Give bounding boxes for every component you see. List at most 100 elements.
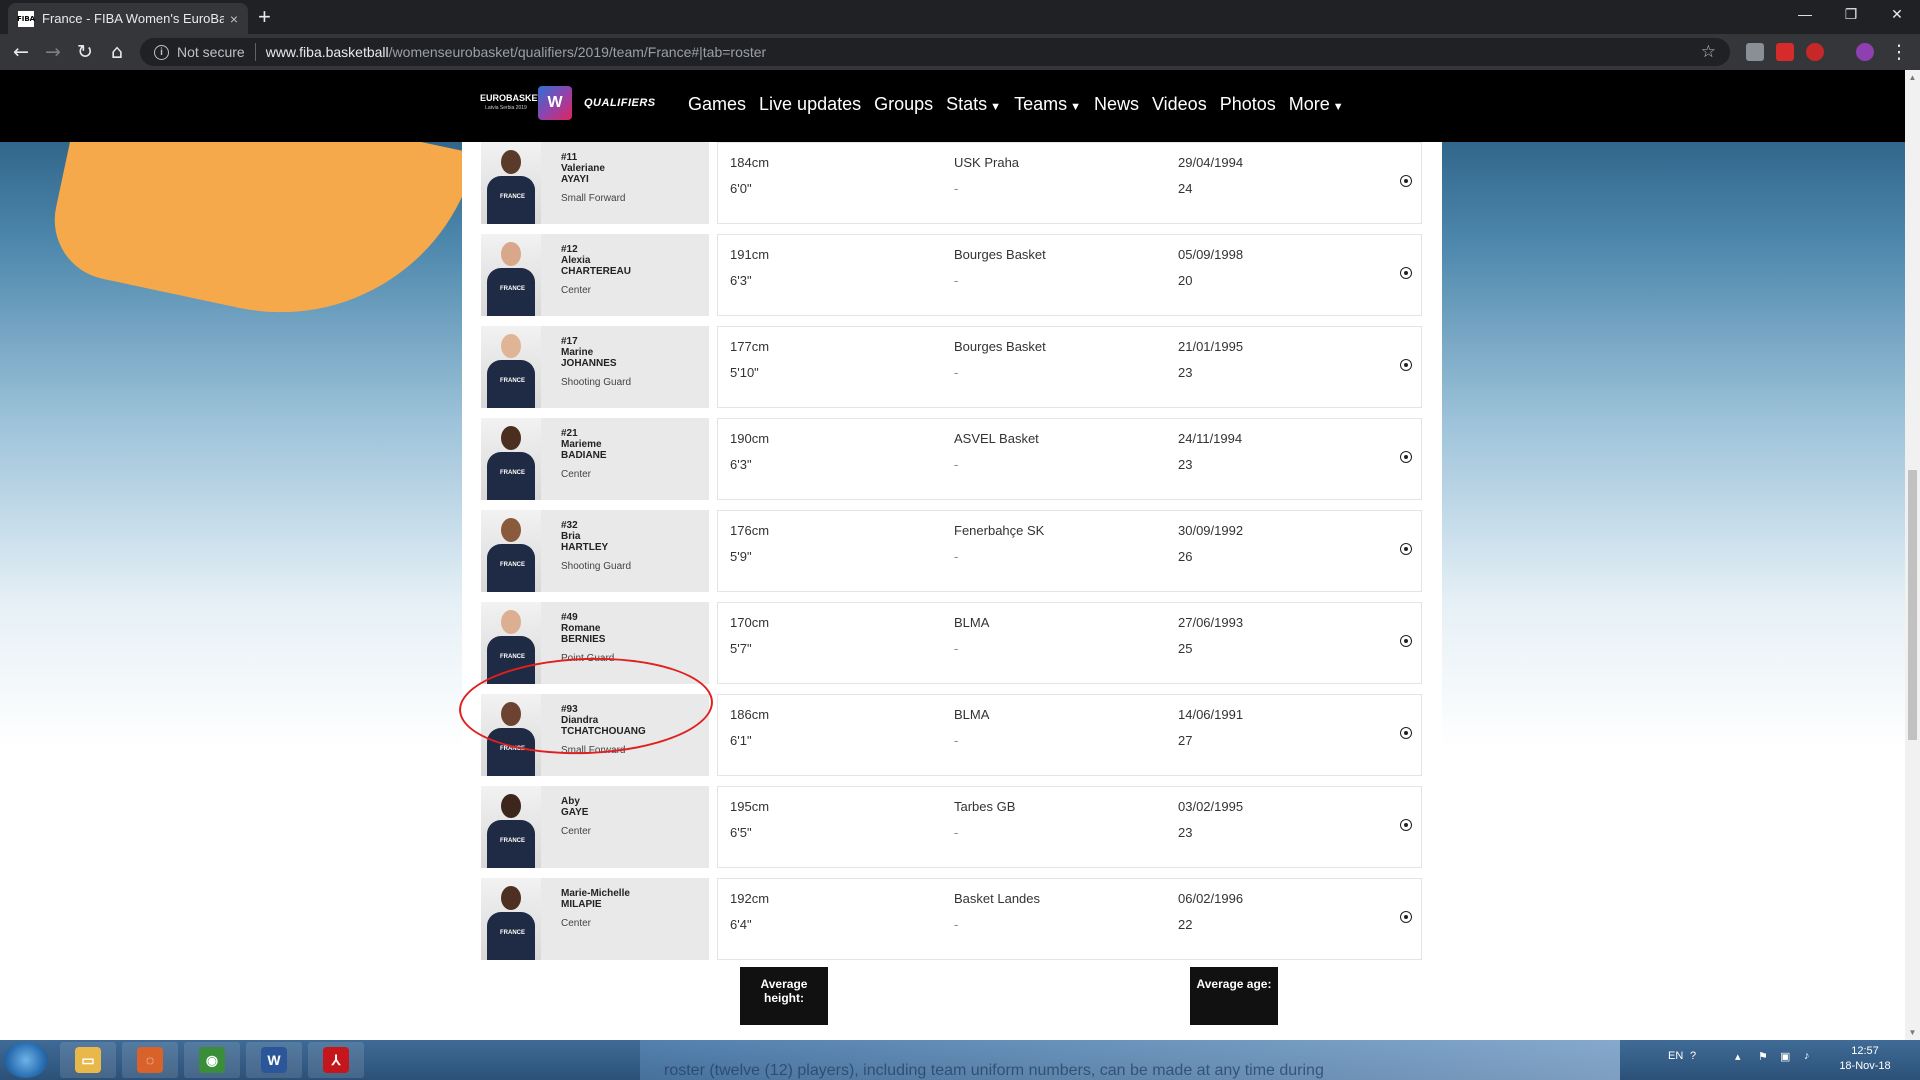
- nav-item-label: More: [1288, 94, 1330, 114]
- club-secondary: -: [954, 549, 959, 564]
- player-first-name[interactable]: Alexia: [561, 255, 631, 266]
- home-icon[interactable]: ⌂: [104, 39, 130, 65]
- club-secondary: -: [954, 917, 959, 932]
- scrollbar-thumb[interactable]: [1908, 470, 1917, 740]
- info-icon[interactable]: i: [154, 44, 169, 60]
- jersey-text: FRANCE: [500, 470, 525, 476]
- nav-item-news[interactable]: News: [1094, 94, 1139, 115]
- nav-item-teams[interactable]: Teams ▼: [1014, 94, 1081, 115]
- bookmark-star-icon[interactable]: ☆: [1701, 42, 1716, 62]
- tab-close-icon[interactable]: ×: [230, 11, 238, 27]
- nav-item-videos[interactable]: Videos: [1152, 94, 1207, 115]
- player-details-icon[interactable]: [1400, 819, 1412, 831]
- browser-menu-icon[interactable]: ⋮: [1886, 39, 1912, 65]
- help-icon[interactable]: ?: [1690, 1050, 1696, 1062]
- player-details-icon[interactable]: [1400, 635, 1412, 647]
- player-last-name[interactable]: HARTLEY: [561, 542, 631, 553]
- player-age: 25: [1178, 641, 1193, 656]
- taskbar-app-acrobat[interactable]: ⅄: [308, 1042, 364, 1078]
- scroll-down-icon[interactable]: ▼: [1905, 1025, 1920, 1040]
- volume-icon[interactable]: ♪: [1804, 1050, 1810, 1062]
- player-last-name[interactable]: BERNIES: [561, 634, 614, 645]
- club-name: Fenerbahçe SK: [954, 523, 1045, 538]
- jersey-text: FRANCE: [500, 378, 525, 384]
- not-secure-label: Not secure: [177, 44, 245, 60]
- player-info: #11 Valeriane AYAYI Small Forward: [561, 152, 625, 204]
- player-first-name[interactable]: Valeriane: [561, 163, 625, 174]
- taskbar-app-app[interactable]: ◌: [122, 1042, 178, 1078]
- page-scrollbar[interactable]: ▲ ▼: [1905, 70, 1920, 1040]
- taskbar-app-chrome[interactable]: ◉: [184, 1042, 240, 1078]
- player-first-name[interactable]: Marieme: [561, 439, 607, 450]
- back-arrow-icon[interactable]: ←: [8, 39, 34, 65]
- player-first-name[interactable]: Marine: [561, 347, 631, 358]
- height-ft: 6'1": [730, 733, 752, 748]
- height-cm: 177cm: [730, 339, 770, 354]
- player-last-name[interactable]: MILAPIE: [561, 899, 630, 910]
- system-clock[interactable]: 12:57 18-Nov-18: [1830, 1044, 1900, 1074]
- nav-item-label: Stats: [946, 94, 988, 114]
- player-card[interactable]: FRANCE #17 Marine JOHANNES Shooting Guard: [481, 326, 709, 408]
- player-details-icon[interactable]: [1400, 359, 1412, 371]
- extension-block-icon[interactable]: [1806, 43, 1824, 61]
- player-position: Center: [561, 469, 592, 480]
- player-last-name[interactable]: CHARTEREAU: [561, 266, 631, 277]
- player-details-icon[interactable]: [1400, 267, 1412, 279]
- player-details-icon[interactable]: [1400, 451, 1412, 463]
- club-secondary: -: [954, 825, 959, 840]
- scroll-up-icon[interactable]: ▲: [1905, 70, 1920, 85]
- player-first-name[interactable]: Bria: [561, 531, 631, 542]
- player-details-icon[interactable]: [1400, 543, 1412, 555]
- player-details-icon[interactable]: [1400, 175, 1412, 187]
- player-details-icon[interactable]: [1400, 911, 1412, 923]
- player-card[interactable]: FRANCE #12 Alexia CHARTEREAU Center: [481, 234, 709, 316]
- player-details-icon[interactable]: [1400, 727, 1412, 739]
- player-card[interactable]: FRANCE Marie-Michelle MILAPIE Center: [481, 878, 709, 960]
- reload-icon[interactable]: ↻: [72, 39, 98, 65]
- browser-tab[interactable]: FIBA France - FIBA Women's EuroBask ×: [8, 3, 248, 34]
- roster-row: FRANCE #21 Marieme BADIANE Center 190cm 6'3" AS…: [462, 418, 1442, 500]
- date-of-birth: 29/04/1994: [1178, 155, 1244, 170]
- player-position: Shooting Guard: [561, 377, 632, 388]
- nav-item-groups[interactable]: Groups: [874, 94, 933, 115]
- player-first-name[interactable]: Aby: [561, 796, 591, 807]
- date-of-birth: 30/09/1992: [1178, 523, 1244, 538]
- language-indicator[interactable]: EN: [1668, 1050, 1683, 1062]
- player-card[interactable]: FRANCE #11 Valeriane AYAYI Small Forward: [481, 142, 709, 224]
- player-card[interactable]: FRANCE #32 Bria HARTLEY Shooting Guard: [481, 510, 709, 592]
- tray-expand-icon[interactable]: ▴: [1735, 1050, 1741, 1063]
- player-last-name[interactable]: GAYE: [561, 807, 591, 818]
- nav-item-photos[interactable]: Photos: [1220, 94, 1276, 115]
- restore-button[interactable]: ❐: [1828, 0, 1874, 28]
- nav-item-stats[interactable]: Stats ▼: [946, 94, 1001, 115]
- taskbar-app-explorer[interactable]: ▭: [60, 1042, 116, 1078]
- nav-item-live-updates[interactable]: Live updates: [759, 94, 861, 115]
- taskbar-app-word[interactable]: W: [246, 1042, 302, 1078]
- player-first-name[interactable]: Marie-Michelle: [561, 888, 630, 899]
- player-last-name[interactable]: JOHANNES: [561, 358, 631, 369]
- network-icon[interactable]: ▣: [1780, 1050, 1790, 1063]
- nav-item-games[interactable]: Games: [688, 94, 746, 115]
- forward-arrow-icon[interactable]: →: [40, 39, 66, 65]
- profile-avatar[interactable]: [1856, 43, 1874, 61]
- url-domain: www.fiba.basketball: [265, 44, 389, 60]
- player-jersey: [487, 452, 535, 500]
- extension-icon[interactable]: [1746, 43, 1764, 61]
- start-button[interactable]: [4, 1042, 48, 1078]
- club-secondary: -: [954, 457, 959, 472]
- player-last-name[interactable]: BADIANE: [561, 450, 607, 461]
- player-first-name[interactable]: Romane: [561, 623, 614, 634]
- player-card[interactable]: FRANCE Aby GAYE Center: [481, 786, 709, 868]
- close-window-button[interactable]: ✕: [1874, 0, 1920, 28]
- eurobasket-logo[interactable]: EUROBASKET Latvia Serbia 2019 W QUALIFIE…: [480, 86, 656, 120]
- new-tab-button[interactable]: +: [258, 5, 271, 29]
- address-bar[interactable]: i Not secure www.fiba.basketball /womens…: [140, 38, 1730, 66]
- nav-item-more[interactable]: More ▼: [1289, 94, 1344, 115]
- minimize-button[interactable]: —: [1782, 0, 1828, 28]
- extension-flag-icon[interactable]: [1776, 43, 1794, 61]
- caret-down-icon: ▼: [1070, 101, 1081, 113]
- player-card[interactable]: FRANCE #21 Marieme BADIANE Center: [481, 418, 709, 500]
- player-last-name[interactable]: AYAYI: [561, 174, 625, 185]
- flag-icon[interactable]: ⚑: [1758, 1050, 1768, 1063]
- nav-item-label: Games: [688, 94, 747, 114]
